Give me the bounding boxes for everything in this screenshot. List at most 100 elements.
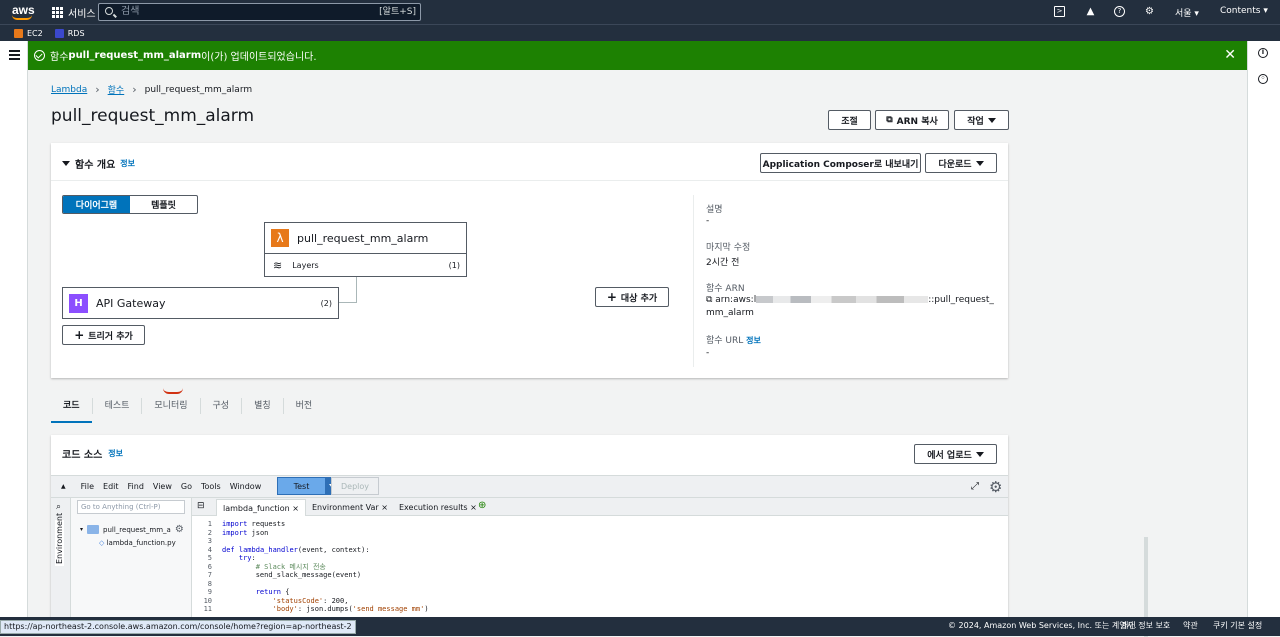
last-modified-value: 2시간 전 [706, 258, 740, 268]
editor-tab-label: Execution results [399, 503, 468, 512]
editor-tab-env-vars[interactable]: Environment Var × [306, 499, 394, 516]
upload-from-button[interactable]: 에서 업로드 [914, 444, 997, 464]
description-value: - [706, 216, 710, 226]
feedback-icon[interactable]: ◦ [1258, 74, 1268, 84]
breadcrumb-lambda[interactable]: Lambda [51, 85, 87, 95]
breadcrumb: Lambda › 함수 › pull_request_mm_alarm [51, 83, 252, 96]
overview-toggle[interactable]: 함수 개요 정보 [62, 156, 135, 171]
last-modified-label: 마지막 수정 [706, 243, 751, 253]
breadcrumb-current: pull_request_mm_alarm [144, 84, 253, 95]
trigger-api-gateway[interactable]: H API Gateway (2) [62, 287, 339, 319]
search-input[interactable]: 검색 [알트+S] [98, 3, 421, 21]
description-label: 설명 [706, 205, 723, 215]
url-info-link[interactable]: 정보 [746, 336, 761, 345]
flash-prefix: 함수 [50, 52, 69, 63]
download-button[interactable]: 다운로드 [925, 153, 997, 173]
search-shortcut: [알트+S] [379, 7, 416, 17]
function-url-value: - [706, 348, 710, 358]
throttle-button[interactable]: 조절 [828, 110, 871, 130]
menu-icon[interactable] [9, 50, 20, 62]
copy-icon[interactable]: ⧉ [706, 295, 715, 305]
close-icon[interactable]: × [292, 504, 299, 513]
environment-tab[interactable]: Environment [55, 513, 64, 566]
aws-logo[interactable]: aws [12, 3, 35, 20]
account-menu[interactable]: Contents ▾ [1220, 6, 1268, 16]
privacy-link[interactable]: 개인 정보 보호 [1121, 620, 1170, 631]
line-number: 6 [207, 562, 212, 571]
cookie-preferences-link[interactable]: 쿠키 기본 설정 [1213, 620, 1262, 631]
tab-versions[interactable]: 버전 [284, 398, 325, 414]
file-tree: Go to Anything (Ctrl-P) ▾ pull_request_m… [71, 498, 192, 625]
menu-find[interactable]: Find [128, 482, 144, 491]
close-icon[interactable]: × [381, 503, 388, 512]
line-number: 7 [207, 571, 212, 579]
template-toggle[interactable]: 템플릿 [130, 196, 197, 213]
collapse-icon[interactable]: ▲ [61, 483, 66, 490]
trigger-count: (2) [320, 298, 332, 308]
function-url-label: 함수 URL 정보 [706, 333, 761, 346]
tab-monitoring[interactable]: 모니터링 [142, 398, 201, 414]
tab-menu-icon[interactable]: ⊟ [197, 501, 205, 511]
favorite-rds[interactable]: RDS [54, 28, 85, 38]
export-composer-button[interactable]: Application Composer로 내보내기 [760, 153, 921, 173]
gear-icon[interactable]: ⚙ [1144, 6, 1155, 17]
close-icon[interactable]: × [470, 503, 477, 512]
tab-aliases[interactable]: 별칭 [242, 398, 284, 414]
menu-view[interactable]: View [153, 482, 172, 491]
connector-line [356, 277, 357, 302]
search-icon[interactable]: ⌕ [56, 502, 61, 512]
arn-suffix: ::pull_request_ [928, 295, 994, 305]
services-menu[interactable]: 서비스 [52, 5, 96, 20]
gear-icon[interactable]: ⚙ [175, 524, 184, 535]
editor-tab-lambda-function[interactable]: lambda_function × [216, 499, 306, 516]
menu-file[interactable]: File [81, 482, 94, 491]
test-button[interactable]: Test [277, 477, 326, 495]
line-number: 5 [207, 554, 212, 562]
tab-configuration[interactable]: 구성 [201, 398, 243, 414]
terms-link[interactable]: 약관 [1183, 620, 1198, 631]
info-link[interactable]: 정보 [108, 448, 123, 459]
editor-tab-exec-results[interactable]: Execution results × [393, 499, 483, 516]
region-selector[interactable]: 서울 ▾ [1175, 6, 1199, 19]
add-destination-button[interactable]: + 대상 추가 [595, 287, 669, 307]
ide-body: ⌕ Environment Go to Anything (Ctrl-P) ▾ … [51, 498, 1148, 637]
add-tab-icon[interactable]: ⊕ [478, 500, 486, 511]
code-editor[interactable]: 1 2 3 4 5 6 7 8 9 10 11 import requests … [192, 517, 1148, 637]
plus-icon: + [606, 290, 617, 304]
menu-edit[interactable]: Edit [103, 482, 119, 491]
close-icon[interactable]: ✕ [1224, 48, 1236, 62]
caret-down-icon [62, 161, 70, 166]
tab-test[interactable]: 테스트 [93, 398, 143, 414]
diagram-toggle[interactable]: 다이어그램 [63, 196, 130, 213]
bell-icon[interactable]: ▲ [1085, 6, 1096, 17]
tab-code[interactable]: 코드 [51, 398, 93, 423]
tree-file[interactable]: ◇ lambda_function.py [99, 539, 176, 547]
deploy-button[interactable]: Deploy [331, 477, 379, 495]
info-icon[interactable]: i [1258, 48, 1268, 58]
fullscreen-icon[interactable]: ⤢ [971, 481, 979, 492]
help-icon[interactable]: ? [1114, 6, 1125, 17]
copy-arn-button[interactable]: ⧉ ARN 복사 [875, 110, 949, 130]
folder-name: pull_request_mm_a [103, 525, 171, 534]
search-placeholder: 검색 [121, 6, 140, 17]
add-trigger-label: 트리거 추가 [88, 331, 133, 342]
tree-folder[interactable]: ▾ pull_request_mm_a ⚙ [80, 524, 184, 535]
cloudshell-icon[interactable]: > [1054, 6, 1065, 17]
menu-tools[interactable]: Tools [201, 482, 221, 491]
info-link[interactable]: 정보 [120, 158, 135, 169]
view-toggle: 다이어그램 템플릿 [62, 195, 198, 214]
favorite-label: RDS [67, 28, 85, 38]
actions-button[interactable]: 작업 [954, 110, 1009, 130]
flash-suffix: 이(가) 업데이트되었습니다. [201, 52, 317, 63]
editor-tabs: ⊟ lambda_function × Environment Var × Ex… [192, 498, 1008, 516]
add-trigger-button[interactable]: + 트리거 추가 [62, 325, 145, 345]
top-navigation: aws 서비스 검색 [알트+S] > ▲ ? ⚙ 서울 ▾ Contents … [0, 0, 1280, 24]
breadcrumb-functions[interactable]: 함수 [108, 83, 125, 96]
layers-row[interactable]: ≋ Layers (1) [265, 254, 466, 277]
menu-window[interactable]: Window [230, 482, 262, 491]
settings-gear-icon[interactable]: ⚙ [989, 478, 1002, 496]
favorite-ec2[interactable]: EC2 [14, 28, 43, 38]
function-node[interactable]: λ pull_request_mm_alarm ≋ Layers (1) [264, 222, 467, 277]
goto-anything-input[interactable]: Go to Anything (Ctrl-P) [77, 500, 185, 514]
menu-go[interactable]: Go [181, 482, 192, 491]
